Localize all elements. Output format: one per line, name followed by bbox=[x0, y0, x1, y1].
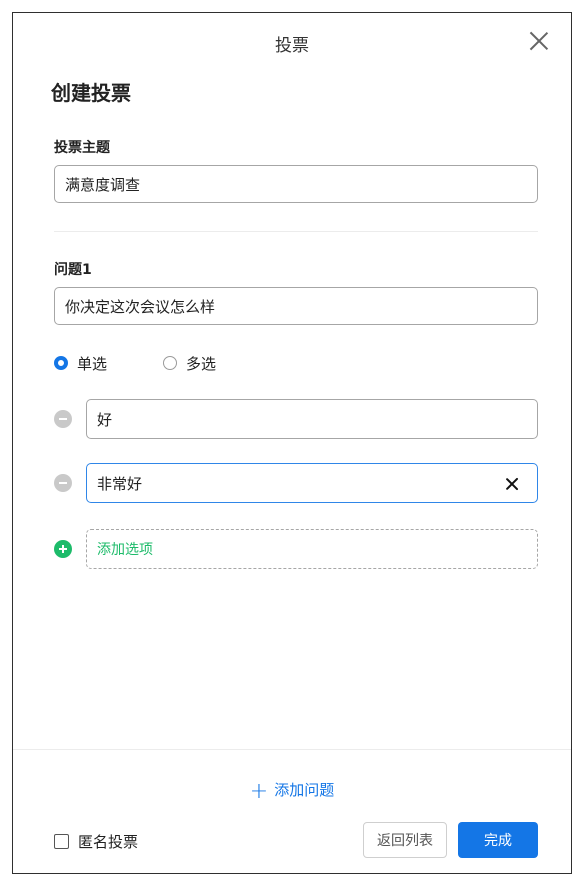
radio-unchecked-icon bbox=[163, 356, 178, 370]
checkbox-icon bbox=[54, 834, 69, 849]
single-choice-radio[interactable]: 单选 bbox=[54, 353, 107, 374]
remove-option-icon[interactable] bbox=[54, 410, 72, 428]
dialog-title: 投票 bbox=[275, 36, 309, 56]
add-option-icon[interactable] bbox=[54, 540, 72, 558]
add-question-label: 添加问题 bbox=[274, 781, 335, 799]
done-button[interactable]: 完成 bbox=[458, 822, 538, 858]
anonymous-vote-label: 匿名投票 bbox=[78, 833, 139, 851]
add-option-row: 添加选项 bbox=[54, 529, 538, 569]
single-choice-label: 单选 bbox=[77, 354, 108, 373]
plus-icon: + bbox=[249, 779, 269, 804]
option-row: 好 bbox=[54, 399, 538, 439]
add-question-button[interactable]: + 添加问题 bbox=[13, 779, 571, 804]
option-input-focused[interactable]: 非常好 bbox=[86, 463, 538, 503]
question-label: 问题1 bbox=[54, 262, 92, 278]
close-icon[interactable] bbox=[529, 31, 549, 51]
back-to-list-button[interactable]: 返回列表 bbox=[363, 822, 447, 858]
multiple-choice-radio[interactable]: 多选 bbox=[163, 353, 216, 374]
add-option-input[interactable]: 添加选项 bbox=[86, 529, 538, 569]
topic-label: 投票主题 bbox=[54, 140, 110, 156]
question-type-group: 单选 多选 bbox=[54, 351, 216, 375]
anonymous-vote-checkbox[interactable]: 匿名投票 bbox=[54, 831, 138, 852]
topic-input[interactable]: 满意度调查 bbox=[54, 165, 538, 203]
option-input[interactable]: 好 bbox=[86, 399, 538, 439]
option-input-value: 非常好 bbox=[97, 474, 143, 493]
page-heading: 创建投票 bbox=[51, 81, 131, 105]
clear-icon[interactable] bbox=[505, 477, 519, 491]
vote-dialog: 投票 创建投票 投票主题 满意度调查 问题1 你决定这次会议怎么样 单选 多选 … bbox=[12, 12, 572, 874]
remove-option-icon[interactable] bbox=[54, 474, 72, 492]
title-bar: 投票 bbox=[13, 13, 571, 69]
option-row: 非常好 bbox=[54, 463, 538, 503]
multiple-choice-label: 多选 bbox=[186, 354, 217, 373]
footer-divider bbox=[13, 749, 571, 750]
section-divider bbox=[54, 231, 538, 232]
radio-checked-icon bbox=[54, 356, 68, 370]
question-input[interactable]: 你决定这次会议怎么样 bbox=[54, 287, 538, 325]
